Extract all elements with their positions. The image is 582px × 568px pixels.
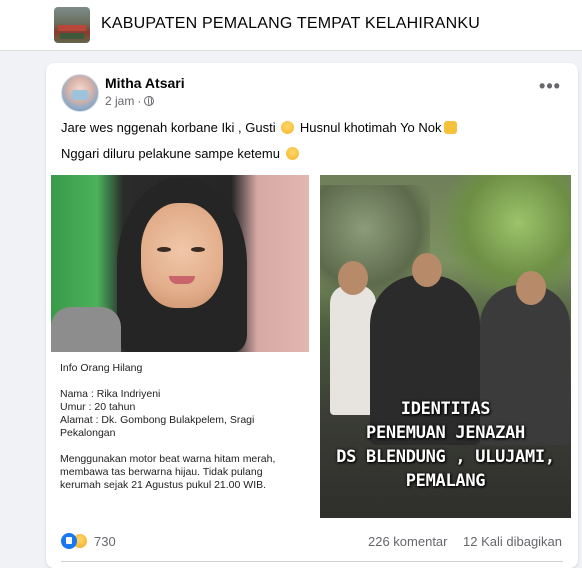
post-meta: 2 jam · [105, 94, 155, 108]
info-desc: membawa tas berwarna hijau. Tidak pulang [60, 466, 263, 478]
crying-face-icon [281, 121, 295, 134]
info-alamat: Alamat : Dk. Gombong Bulakpelem, Sragi [60, 414, 255, 426]
caption-line: PENEMUAN JENAZAH [366, 423, 525, 443]
like-icon [61, 533, 77, 549]
info-title: Info Orang Hilang [60, 362, 143, 374]
info-desc: kerumah sejak 21 Agustus pukul 21.00 WIB… [60, 479, 267, 491]
post-text-part: Nggari diluru pelakune sampe ketemu [61, 146, 280, 161]
hugging-hands-icon [443, 121, 457, 134]
globe-icon [144, 96, 155, 106]
info-alamat-2: Pekalongan [60, 427, 116, 439]
more-options-icon: ••• [539, 76, 561, 96]
shares-count[interactable]: 12 Kali dibagikan [463, 534, 562, 549]
info-nama: Nama : Rika Indriyeni [60, 388, 161, 400]
post-text-part: Husnul khotimah Yo Nok [299, 120, 442, 135]
scene-image[interactable]: IDENTITAS PENEMUAN JENAZAH DS BLENDUNG ,… [320, 175, 571, 518]
missing-person-image[interactable]: Info Orang Hilang Nama : Rika Indriyeni … [51, 175, 309, 518]
post-text-line1: Jare wes nggenah korbane Iki , Gusti Hus… [61, 120, 459, 135]
post-card: Mitha Atsari 2 jam · ••• Jare wes nggena… [46, 63, 578, 568]
author-name[interactable]: Mitha Atsari [105, 75, 185, 91]
comments-count[interactable]: 226 komentar [368, 534, 448, 549]
caption-line: DS BLENDUNG , ULUJAMI, [336, 447, 555, 467]
group-header: KABUPATEN PEMALANG TEMPAT KELAHIRANKU [0, 0, 582, 51]
post-text-part: Jare wes nggenah korbane Iki , Gusti [61, 120, 276, 135]
portrait-photo [51, 175, 309, 352]
more-options-button[interactable]: ••• [536, 77, 564, 101]
disappointed-face-icon [285, 147, 299, 160]
post-time[interactable]: 2 jam [105, 94, 134, 108]
scene-caption: IDENTITAS PENEMUAN JENAZAH DS BLENDUNG ,… [320, 397, 571, 493]
divider [61, 561, 563, 562]
missing-person-info: Info Orang Hilang Nama : Rika Indriyeni … [60, 362, 305, 492]
info-desc: Menggunakan motor beat warna hitam merah… [60, 453, 276, 465]
caption-line: PEMALANG [405, 471, 486, 491]
caption-line: IDENTITAS [400, 399, 491, 419]
reaction-count: 730 [94, 533, 116, 549]
meta-separator: · [137, 94, 142, 108]
author-avatar[interactable] [61, 74, 99, 112]
group-thumbnail[interactable] [54, 7, 90, 43]
group-name[interactable]: KABUPATEN PEMALANG TEMPAT KELAHIRANKU [101, 15, 480, 33]
post-text-line2: Nggari diluru pelakune sampe ketemu [61, 146, 301, 161]
info-umur: Umur : 20 tahun [60, 401, 136, 413]
reactions-summary[interactable]: 730 [61, 533, 116, 549]
